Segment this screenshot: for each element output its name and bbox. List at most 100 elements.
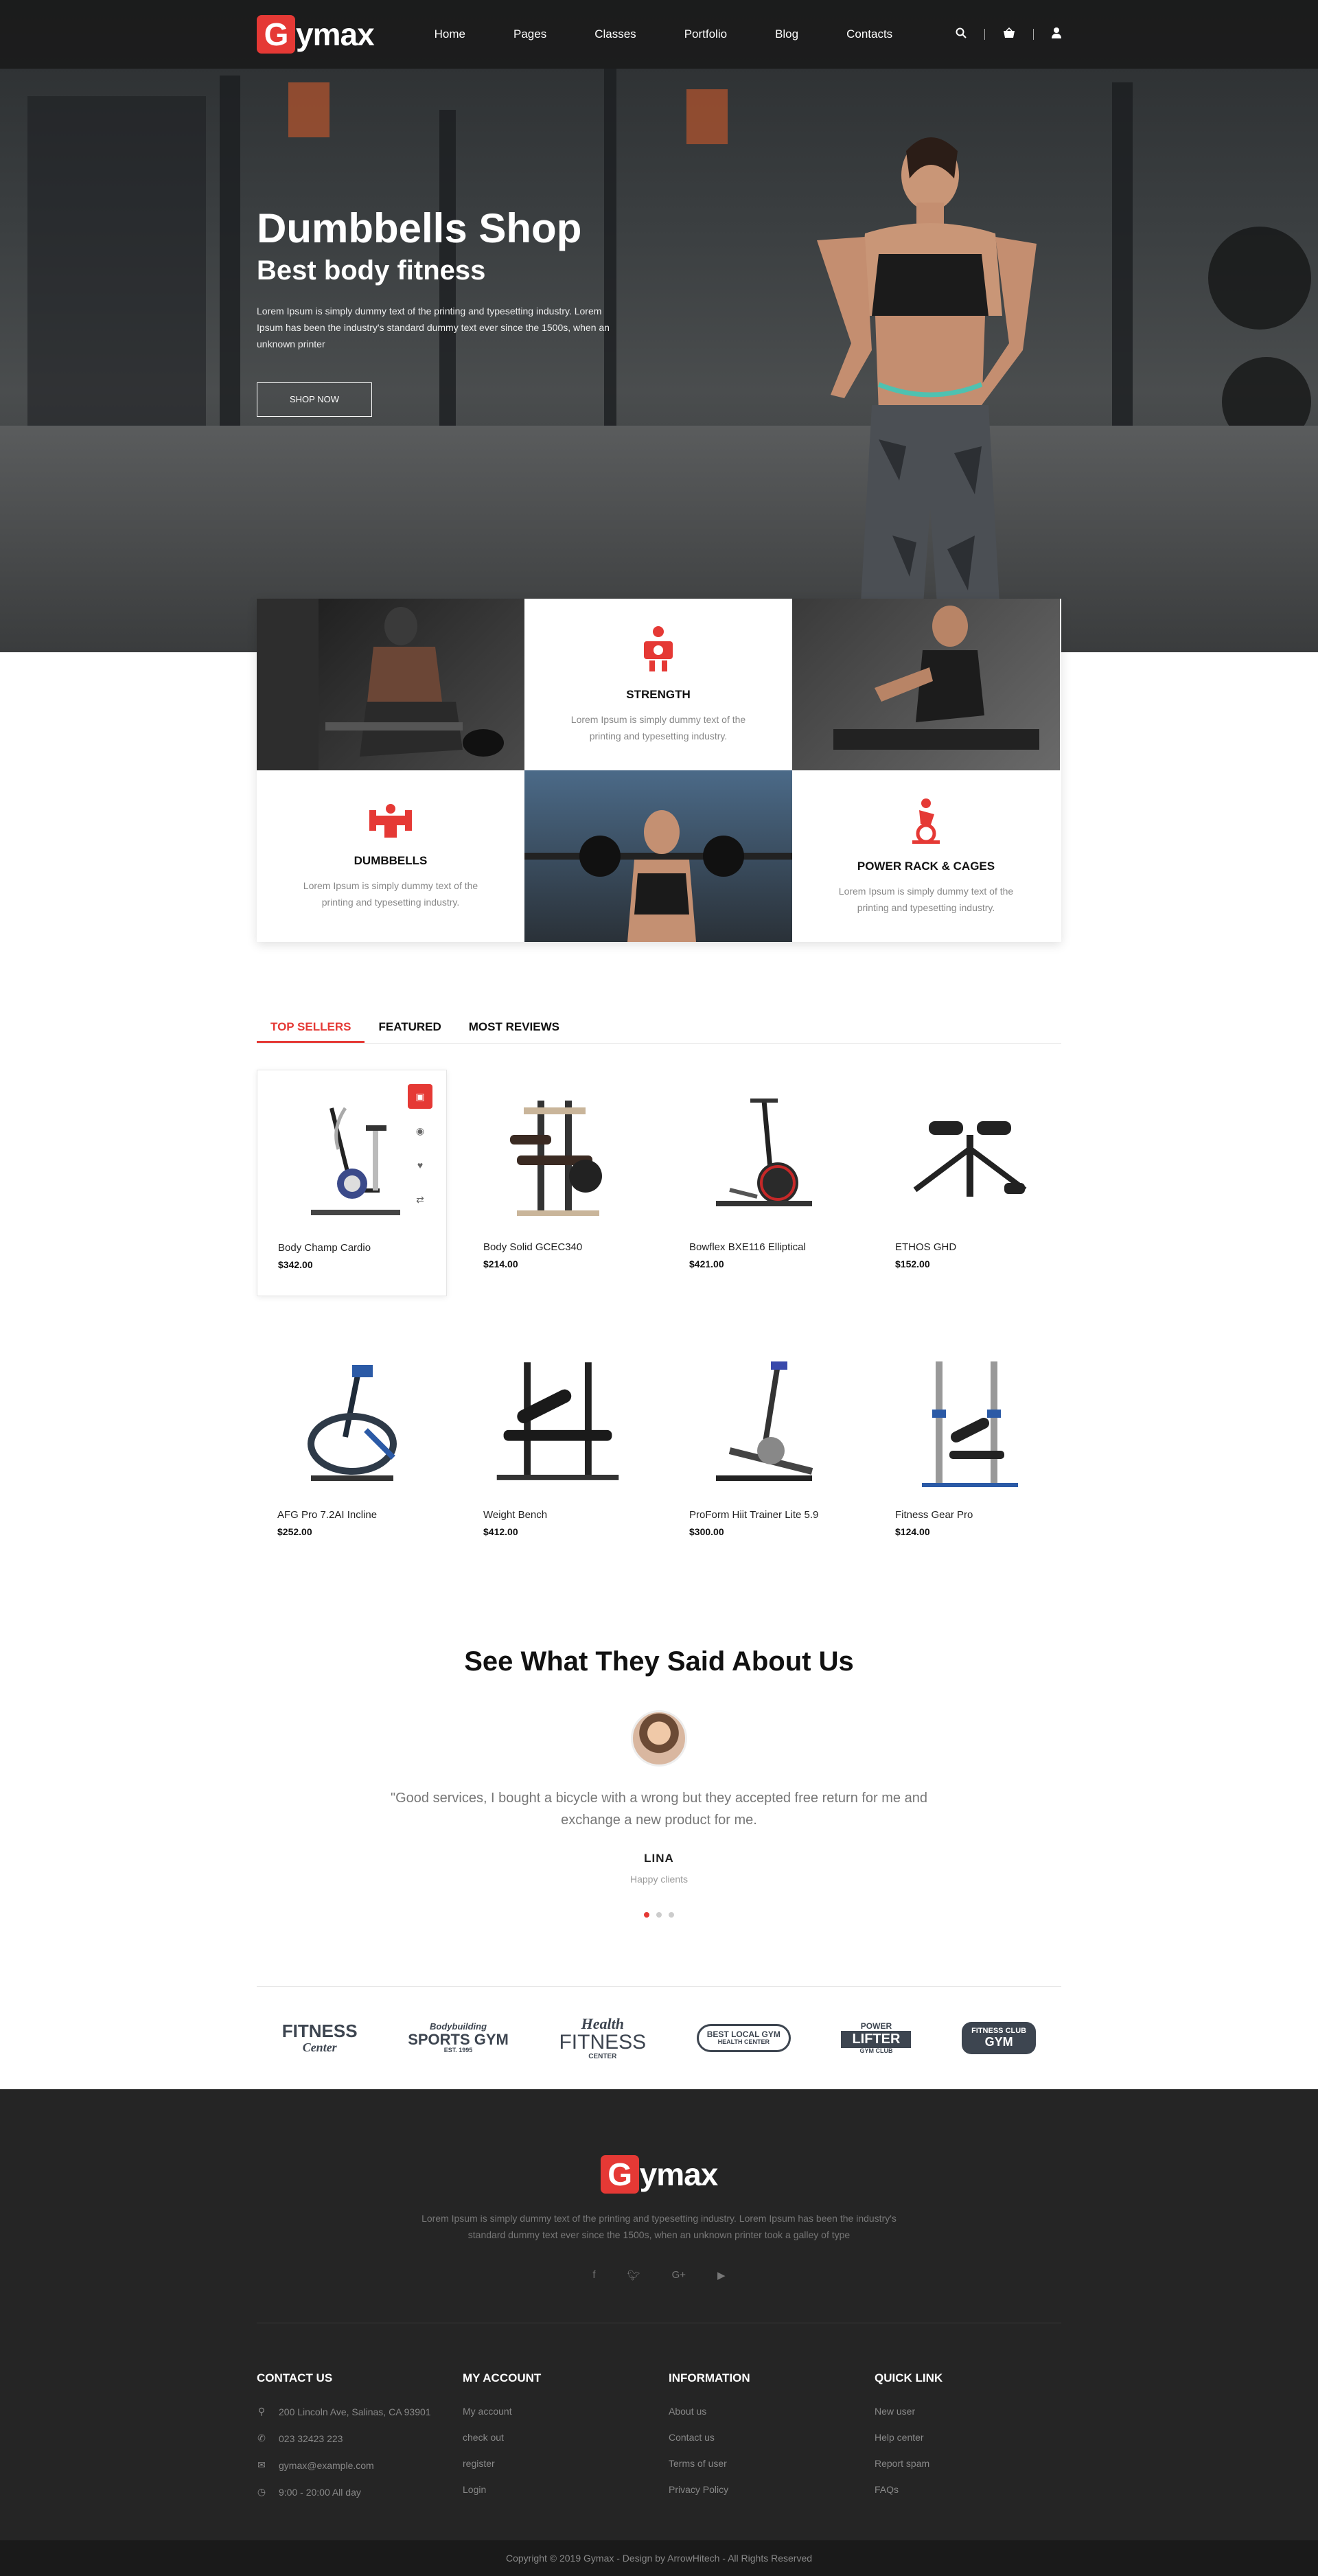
tab-featured[interactable]: FEATURED (365, 1011, 454, 1043)
brand-logo[interactable]: FITNESS CLUB GYM (962, 2022, 1037, 2054)
footer-about: Lorem Ipsum is simply dummy text of the … (421, 2213, 897, 2240)
footer-heading: MY ACCOUNT (463, 2371, 542, 2384)
section-title: See What They Said About Us (464, 1646, 854, 1677)
logo-mark: G (600, 2155, 639, 2194)
product-image[interactable] (278, 1070, 426, 1242)
wishlist-icon[interactable]: ♥ (408, 1153, 432, 1177)
user-icon[interactable] (1052, 27, 1061, 42)
carousel-dot[interactable] (644, 1912, 649, 1918)
product-price: $214.00 (483, 1258, 518, 1269)
footer-link[interactable]: Login (463, 2484, 669, 2495)
product-name[interactable]: Body Champ Cardio (278, 1242, 426, 1254)
nav-item-pages[interactable]: Pages (513, 27, 546, 41)
carousel-dot[interactable] (669, 1912, 674, 1918)
nav-item-contacts[interactable]: Contacts (846, 27, 892, 41)
product-name[interactable]: ProForm Hiit Trainer Lite 5.9 (689, 1509, 838, 1521)
footer-link[interactable]: My account (463, 2406, 669, 2417)
product-image[interactable] (689, 1070, 838, 1241)
footer-columns: CONTACT US ⚲ 200 Lincoln Ave, Salinas, CA… (257, 2323, 1061, 2540)
twitter-icon[interactable]: 🐦︎ (627, 2269, 640, 2281)
product-name[interactable]: ETHOS GHD (895, 1241, 1044, 1253)
quick-view-icon[interactable]: ◉ (408, 1118, 432, 1143)
product-image[interactable] (895, 1070, 1044, 1241)
model-image (817, 137, 1037, 652)
product-price: $252.00 (277, 1526, 312, 1537)
product-price: $300.00 (689, 1526, 724, 1537)
feature-title: POWER RACK & CAGES (857, 860, 995, 873)
shop-now-button[interactable]: SHOP NOW (257, 382, 372, 417)
nav-item-portfolio[interactable]: Portfolio (684, 27, 727, 41)
footer-account: MY ACCOUNT My account check out register… (463, 2371, 669, 2513)
testimonial-quote: "Good services, I bought a bicycle with … (391, 1791, 927, 1828)
footer-quick-links: QUICK LINK New user Help center Report s… (875, 2371, 1080, 2513)
brand-logo[interactable]: Bodybuilding SPORTS GYM EST. 1995 (408, 2022, 509, 2054)
product-name[interactable]: Fitness Gear Pro (895, 1509, 1044, 1521)
product-price: $412.00 (483, 1526, 518, 1537)
google-plus-icon[interactable]: G+ (672, 2269, 686, 2281)
logo-text: ymax (639, 2157, 719, 2192)
search-icon[interactable] (956, 27, 967, 42)
product-card[interactable]: ProForm Hiit Trainer Lite 5.9 $300.00 (669, 1337, 859, 1564)
footer-link[interactable]: New user (875, 2406, 1080, 2417)
copyright: Copyright © 2019 Gymax - Design by Arrow… (0, 2540, 1318, 2576)
footer-link[interactable]: FAQs (875, 2484, 1080, 2495)
brand-logo[interactable]: FITNESS Center (282, 2022, 358, 2054)
product-card[interactable]: Body Solid GCEC340 $214.00 (463, 1070, 653, 1296)
product-name[interactable]: Weight Bench (483, 1509, 632, 1521)
nav-item-blog[interactable]: Blog (775, 27, 798, 41)
cart-icon[interactable] (1003, 27, 1015, 42)
footer-logo[interactable]: Gymax (0, 2155, 1318, 2194)
product-card[interactable]: Weight Bench $412.00 (463, 1337, 653, 1564)
product-card[interactable]: ETHOS GHD $152.00 (875, 1070, 1065, 1296)
facebook-icon[interactable]: f (592, 2269, 595, 2281)
feature-strength: STRENGTH Lorem Ipsum is simply dummy tex… (524, 599, 792, 770)
product-name[interactable]: Body Solid GCEC340 (483, 1241, 632, 1253)
brand-logo[interactable]: Health FITNESS CENTER (559, 2016, 646, 2060)
product-image[interactable] (483, 1337, 632, 1509)
youtube-icon[interactable]: ▶ (717, 2269, 726, 2281)
carousel-dot[interactable] (656, 1912, 662, 1918)
product-card[interactable]: ▣ ◉ ♥ ⇄ Body Champ Cardio $342.00 (257, 1070, 447, 1296)
contact-email[interactable]: gymax@example.com (279, 2460, 374, 2471)
tab-most-reviews[interactable]: MOST REVIEWS (455, 1011, 573, 1043)
hero-subtitle: Best body fitness (257, 255, 486, 286)
footer-link[interactable]: Report spam (875, 2458, 1080, 2469)
footer-link[interactable]: Terms of user (669, 2458, 875, 2469)
logo-text: ymax (296, 16, 375, 52)
product-actions: ▣ ◉ ♥ ⇄ (408, 1084, 432, 1212)
testimonial-role: Happy clients (629, 1874, 689, 1885)
product-price: $421.00 (689, 1258, 724, 1269)
tab-top-sellers[interactable]: TOP SELLERS (257, 1011, 365, 1043)
footer-link[interactable]: Privacy Policy (669, 2484, 875, 2495)
footer-link[interactable]: register (463, 2458, 669, 2469)
footer-link[interactable]: Help center (875, 2432, 1080, 2443)
product-name[interactable]: AFG Pro 7.2AI Incline (277, 1509, 426, 1521)
product-image[interactable] (277, 1337, 426, 1509)
feature-image-treadmill (792, 599, 1060, 770)
site-header: Gymax Home Pages Classes Portfolio Blog … (0, 0, 1318, 69)
compare-icon[interactable]: ⇄ (408, 1187, 432, 1212)
product-image[interactable] (483, 1070, 632, 1241)
contact-phone[interactable]: 023 32423 223 (279, 2433, 343, 2444)
footer-heading: QUICK LINK (875, 2371, 943, 2384)
footer-information: INFORMATION About us Contact us Terms of… (669, 2371, 875, 2513)
hero-banner: Dumbbells Shop Best body fitness Lorem I… (0, 0, 1318, 652)
product-card[interactable]: Bowflex BXE116 Elliptical $421.00 (669, 1070, 859, 1296)
nav-item-home[interactable]: Home (435, 27, 465, 41)
footer-link[interactable]: check out (463, 2432, 669, 2443)
feature-image-athlete (257, 599, 524, 770)
nav-item-classes[interactable]: Classes (594, 27, 636, 41)
product-card[interactable]: Fitness Gear Pro $124.00 (875, 1337, 1065, 1564)
brand-logo[interactable]: POWER LIFTER GYM CLUB (841, 2022, 912, 2054)
footer-link[interactable]: Contact us (669, 2432, 875, 2443)
logo[interactable]: Gymax (257, 15, 375, 54)
add-to-cart-icon[interactable]: ▣ (408, 1084, 432, 1109)
footer-link[interactable]: About us (669, 2406, 875, 2417)
product-name[interactable]: Bowflex BXE116 Elliptical (689, 1241, 838, 1253)
product-image[interactable] (895, 1337, 1044, 1509)
footer-heading: CONTACT US (257, 2371, 333, 2384)
product-card[interactable]: AFG Pro 7.2AI Incline $252.00 (257, 1337, 447, 1564)
product-image[interactable] (689, 1337, 838, 1509)
product-tabs: TOP SELLERS FEATURED MOST REVIEWS (257, 1011, 1061, 1044)
brand-logo[interactable]: BEST LOCAL GYM HEALTH CENTER (696, 2024, 791, 2052)
